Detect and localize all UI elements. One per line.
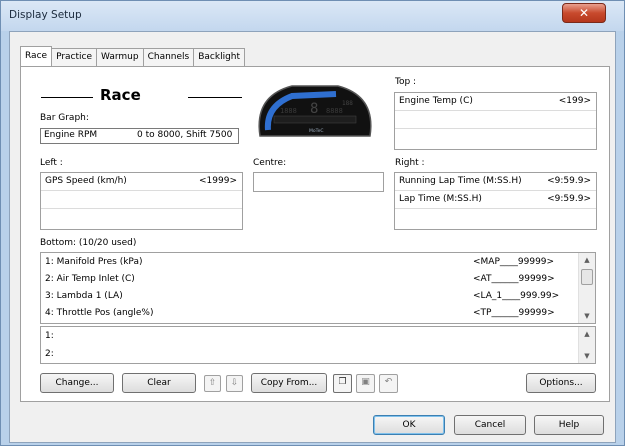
window-title: Display Setup <box>9 9 82 21</box>
scroll-up-icon[interactable]: ▲ <box>579 327 595 341</box>
list-item[interactable]: 4: Throttle Pos (angle%) <TP______99999> <box>41 305 577 322</box>
clear-button[interactable]: Clear <box>122 373 196 393</box>
page-title: Race <box>100 86 141 104</box>
list-item[interactable]: 2: Air Temp Inlet (C) <AT______99999> <box>41 271 577 288</box>
scroll-down-icon[interactable]: ▼ <box>579 309 595 323</box>
move-up-icon[interactable]: ⇧ <box>204 375 221 392</box>
left-label: Left : <box>40 158 63 168</box>
tab-practice[interactable]: Practice <box>51 48 98 66</box>
undo-icon[interactable]: ↶ <box>379 374 398 393</box>
left-list[interactable]: GPS Speed (km/h) <1999> <box>40 172 243 230</box>
dash-gear-digit: 8 <box>310 101 318 117</box>
right-item[interactable]: Running Lap Time (M:SS.H) <9:59.9> <box>395 173 596 191</box>
close-icon[interactable]: ✕ <box>562 3 606 23</box>
heading-rule-left <box>41 97 93 98</box>
options-button[interactable]: Options... <box>526 373 596 393</box>
tab-strip: Race Practice Warmup Channels Backlight <box>20 46 246 66</box>
bottom-list-scrollbar[interactable]: ▲ ▼ <box>578 253 595 323</box>
copy-from-button[interactable]: Copy From... <box>251 373 327 393</box>
list-item[interactable]: 3: Lambda 1 (LA) <LA_1____999.99> <box>41 288 577 305</box>
top-label: Top : <box>395 77 417 87</box>
dash-left-digits: 1888 <box>280 107 297 115</box>
left-item[interactable]: GPS Speed (km/h) <1999> <box>41 173 242 191</box>
list-item[interactable]: 1: <box>41 328 577 345</box>
empty-list-scrollbar[interactable]: ▲ ▼ <box>578 327 595 363</box>
copy-icon[interactable]: ❐ <box>333 374 352 393</box>
scroll-down-icon[interactable]: ▼ <box>579 349 595 363</box>
title-bar[interactable]: Display Setup ✕ <box>1 1 624 31</box>
help-button[interactable]: Help <box>534 415 604 435</box>
bar-graph-range: 0 to 8000, Shift 7500 <box>137 130 233 140</box>
top-empty-slot[interactable] <box>395 111 596 129</box>
tab-warmup[interactable]: Warmup <box>96 48 144 66</box>
top-item[interactable]: Engine Temp (C) <199> <box>395 93 596 111</box>
right-list[interactable]: Running Lap Time (M:SS.H) <9:59.9> Lap Ti… <box>394 172 597 230</box>
bar-graph-field[interactable]: Engine RPM 0 to 8000, Shift 7500 <box>40 128 239 144</box>
paste-icon[interactable]: ▣ <box>356 374 375 393</box>
centre-label: Centre: <box>253 158 287 168</box>
dash-top-digits: 188 <box>342 100 353 107</box>
bar-graph-channel: Engine RPM <box>44 130 98 140</box>
move-down-icon[interactable]: ⇩ <box>226 375 243 392</box>
scroll-up-icon[interactable]: ▲ <box>579 253 595 267</box>
dash-right-digits: 8888 <box>326 107 343 115</box>
change-button[interactable]: Change... <box>40 373 114 393</box>
right-label: Right : <box>395 158 425 168</box>
centre-list[interactable] <box>253 172 384 192</box>
scroll-thumb[interactable] <box>581 269 593 285</box>
heading-rule-right <box>188 97 242 98</box>
dash-logo: MoTeC <box>309 128 324 134</box>
left-empty-slot[interactable] <box>41 191 242 209</box>
tab-backlight[interactable]: Backlight <box>193 48 246 66</box>
bottom-list[interactable]: 1: Manifold Pres (kPa) <MAP____99999> 2: … <box>40 252 596 324</box>
tab-race[interactable]: Race <box>20 46 53 66</box>
bottom-label: Bottom: (10/20 used) <box>40 238 137 248</box>
bar-graph-label: Bar Graph: <box>40 113 89 123</box>
ok-button[interactable]: OK <box>373 415 445 435</box>
cancel-button[interactable]: Cancel <box>454 415 526 435</box>
right-item[interactable]: Lap Time (M:SS.H) <9:59.9> <box>395 191 596 209</box>
list-item[interactable]: 1: Manifold Pres (kPa) <MAP____99999> <box>41 254 577 271</box>
bottom-empty-list[interactable]: 1: 2: ▲ ▼ <box>40 326 596 364</box>
dash-display-image: 8 1888 8888 188 MoTeC <box>258 85 372 137</box>
dash-bottom-strip <box>273 115 357 124</box>
top-list[interactable]: Engine Temp (C) <199> <box>394 92 597 150</box>
tab-channels[interactable]: Channels <box>142 48 195 66</box>
list-item[interactable]: 2: <box>41 346 577 363</box>
